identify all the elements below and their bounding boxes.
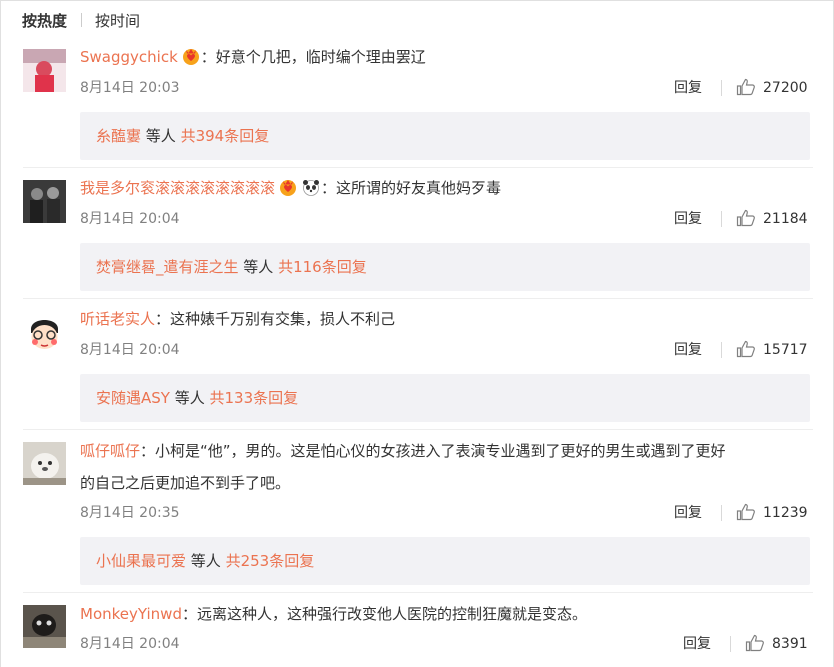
reply-button[interactable]: 回复 [683,635,711,653]
like-count: 27200 [763,80,808,96]
username-link[interactable]: MonkeyYinwd [80,605,182,623]
avatar[interactable] [23,311,66,354]
action-divider [721,211,722,227]
reply-button[interactable]: 回复 [674,210,702,228]
comment-line: MonkeyYinwd：远离这种人，这种强行改变他人医院的控制狂魔就是变态。 [80,604,587,624]
like-count: 15717 [763,342,808,358]
like-count: 8391 [772,636,808,652]
thumbs-up-icon[interactable] [736,209,756,227]
sub-reply-username[interactable]: 糸醢寠 [96,127,141,145]
comment-text-continued: 的自己之后更加追不到手了吧。 [80,474,291,492]
comment-panel: 按热度 按时间 Swaggychick ：好意个几把，临时编个理由罢辽 8月14日… [0,0,834,667]
sub-replies-box[interactable]: 焚膏继晷_遣有涯之生 等人 共116条回复 [80,243,810,291]
avatar[interactable] [23,605,66,648]
comment-time: 8月14日 20:35 [80,505,180,521]
sort-bar: 按热度 按时间 [22,9,140,31]
comment-text: ：这所谓的好友真他妈歹毒 [321,179,502,197]
sub-reply-username[interactable]: 焚膏继晷_遣有涯之生 [96,258,239,276]
reply-button[interactable]: 回复 [674,504,702,522]
comment-time: 8月14日 20:04 [80,342,180,358]
thumbs-up-icon[interactable] [736,78,756,96]
comment-line: 听话老实人：这种婊千万别有交集，损人不利己 [80,309,395,329]
comment-time: 8月14日 20:03 [80,80,180,96]
comment-divider [23,592,813,593]
comment-line: 呱仔呱仔：小柯是“他”，男的。这是怕心仪的女孩进入了表演专业遇到了更好的男生或遇… [80,441,726,461]
username-link[interactable]: 呱仔呱仔 [80,442,140,460]
sort-by-time-tab[interactable]: 按时间 [95,10,140,31]
thumbs-up-icon[interactable] [736,340,756,358]
comment-divider [23,298,813,299]
action-divider [721,505,722,521]
avatar[interactable] [23,180,66,223]
sub-reply-total-link[interactable]: 共394条回复 [181,127,270,145]
comment-text: ：小柯是“他”，男的。这是怕心仪的女孩进入了表演专业遇到了更好的男生或遇到了更好 [140,442,726,460]
comment-text: ：这种婊千万别有交集，损人不利己 [155,310,396,328]
sub-reply-total-link[interactable]: 共253条回复 [226,552,315,570]
reply-button[interactable]: 回复 [674,79,702,97]
comment-line: Swaggychick ：好意个几把，临时编个理由罢辽 [80,47,426,67]
username-link[interactable]: 我是多尔衮滚滚滚滚滚滚滚滚 [80,179,275,197]
sub-reply-total-link[interactable]: 共116条回复 [278,258,367,276]
crown-heart-badge-icon [278,178,298,196]
comment-line: 我是多尔衮滚滚滚滚滚滚滚滚 ：这所谓的好友真他妈歹毒 [80,178,501,198]
action-divider [721,342,722,358]
reply-button[interactable]: 回复 [674,341,702,359]
thumbs-up-icon[interactable] [736,503,756,521]
sub-replies-box[interactable]: 糸醢寠 等人 共394条回复 [80,112,810,160]
crown-heart-badge-icon [181,47,201,65]
comment-time: 8月14日 20:04 [80,211,180,227]
sort-by-hot-tab[interactable]: 按热度 [22,10,67,31]
comment-text: ：好意个几把，临时编个理由罢辽 [200,48,426,66]
sort-divider [81,13,83,27]
comment-divider [23,429,813,430]
action-divider [730,636,731,652]
comment-divider [23,167,813,168]
comment-time: 8月14日 20:04 [80,636,180,652]
like-count: 11239 [763,505,808,521]
action-divider [721,80,722,96]
avatar[interactable] [23,442,66,485]
comment-text: ：远离这种人，这种强行改变他人医院的控制狂魔就是变态。 [181,605,587,623]
sub-reply-username[interactable]: 安随遇ASY [96,389,170,407]
sub-replies-box[interactable]: 小仙果最可爱 等人 共253条回复 [80,537,810,585]
sub-replies-box[interactable]: 安随遇ASY 等人 共133条回复 [80,374,810,422]
avatar[interactable] [23,49,66,92]
panda-emoji-icon [301,178,321,196]
thumbs-up-icon[interactable] [745,634,765,652]
username-link[interactable]: Swaggychick [80,48,178,66]
sub-reply-username[interactable]: 小仙果最可爱 [96,552,186,570]
sub-reply-total-link[interactable]: 共133条回复 [210,389,299,407]
username-link[interactable]: 听话老实人 [80,310,155,328]
like-count: 21184 [763,211,808,227]
